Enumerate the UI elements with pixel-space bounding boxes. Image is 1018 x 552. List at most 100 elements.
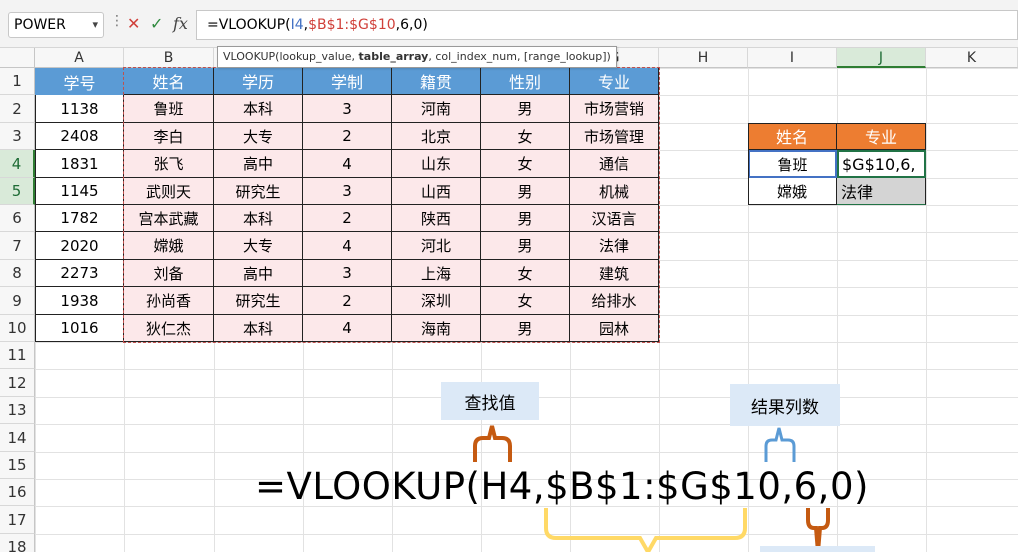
table-cell[interactable]: 研究生 [214,287,303,315]
lookup-result-cell[interactable]: 法律 [837,178,926,205]
table-cell[interactable]: 机械 [570,178,659,205]
table-cell[interactable]: 宫本武藏 [124,205,214,232]
lookup-name-cell[interactable]: 嫦娥 [748,178,837,205]
row-header-1[interactable]: 1 [0,68,35,95]
table-cell[interactable]: 高中 [214,150,303,178]
table-cell[interactable]: 男 [481,205,570,232]
table-cell[interactable]: 狄仁杰 [124,315,214,342]
table-cell[interactable]: 1016 [35,315,124,342]
column-header-b[interactable]: B [124,48,214,68]
row-header-10[interactable]: 10 [0,315,35,342]
table-cell[interactable]: 北京 [392,123,481,150]
table-cell[interactable]: 1938 [35,287,124,315]
column-header-i[interactable]: I [748,48,837,68]
table-cell[interactable]: 男 [481,178,570,205]
column-header-h[interactable]: H [659,48,748,68]
table-cell[interactable]: 1138 [35,95,124,123]
row-header-2[interactable]: 2 [0,95,35,123]
more-options-icon[interactable]: ⋮ [110,13,124,29]
row-header-16[interactable]: 16 [0,479,35,506]
row-header-8[interactable]: 8 [0,260,35,287]
table-header-cell[interactable]: 学号 [35,68,124,95]
table-cell[interactable]: 2 [303,123,392,150]
table-cell[interactable]: 大专 [214,123,303,150]
table-cell[interactable]: 2020 [35,232,124,260]
table-cell[interactable]: 陕西 [392,205,481,232]
table-cell[interactable]: 4 [303,150,392,178]
row-header-7[interactable]: 7 [0,232,35,260]
table-cell[interactable]: 男 [481,232,570,260]
table-cell[interactable]: 2 [303,205,392,232]
enter-icon[interactable]: ✓ [150,12,163,36]
table-cell[interactable]: 2 [303,287,392,315]
table-cell[interactable]: 李白 [124,123,214,150]
table-cell[interactable]: 武则天 [124,178,214,205]
insert-function-icon[interactable]: fx [173,12,188,36]
table-header-cell[interactable]: 籍贯 [392,68,481,95]
row-header-6[interactable]: 6 [0,205,35,232]
table-cell[interactable]: 张飞 [124,150,214,178]
row-header-3[interactable]: 3 [0,123,35,150]
table-cell[interactable]: 大专 [214,232,303,260]
table-cell[interactable]: 研究生 [214,178,303,205]
table-cell[interactable]: 上海 [392,260,481,287]
row-header-14[interactable]: 14 [0,424,35,452]
table-cell[interactable]: 4 [303,232,392,260]
table-cell[interactable]: 3 [303,260,392,287]
table-cell[interactable]: 女 [481,123,570,150]
table-cell[interactable]: 男 [481,95,570,123]
select-all-corner[interactable] [0,48,35,68]
table-cell[interactable]: 市场管理 [570,123,659,150]
row-header-15[interactable]: 15 [0,452,35,479]
column-header-j[interactable]: J [837,48,926,68]
table-cell[interactable]: 高中 [214,260,303,287]
lookup-header-cell[interactable]: 专业 [837,123,926,150]
column-header-a[interactable]: A [35,48,124,68]
name-box[interactable]: POWER ▾ [8,12,104,38]
table-cell[interactable]: 女 [481,287,570,315]
table-cell[interactable]: 本科 [214,205,303,232]
row-header-9[interactable]: 9 [0,287,35,315]
table-header-cell[interactable]: 学历 [214,68,303,95]
column-header-k[interactable]: K [926,48,1018,68]
table-cell[interactable]: 3 [303,95,392,123]
table-cell[interactable]: 园林 [570,315,659,342]
table-cell[interactable]: 孙尚香 [124,287,214,315]
row-header-5[interactable]: 5 [0,178,35,205]
table-cell[interactable]: 法律 [570,232,659,260]
table-cell[interactable]: 海南 [392,315,481,342]
table-cell[interactable]: 嫦娥 [124,232,214,260]
table-cell[interactable]: 刘备 [124,260,214,287]
formula-input[interactable]: =VLOOKUP(I4,$B$1:$G$10,6,0) [196,10,1018,40]
table-cell[interactable]: 市场营销 [570,95,659,123]
table-cell[interactable]: 4 [303,315,392,342]
table-header-cell[interactable]: 学制 [303,68,392,95]
table-cell[interactable]: 2408 [35,123,124,150]
row-header-17[interactable]: 17 [0,506,35,534]
chevron-down-icon[interactable]: ▾ [92,13,98,37]
cancel-icon[interactable]: ✕ [127,12,140,36]
table-cell[interactable]: 2273 [35,260,124,287]
table-cell[interactable]: 本科 [214,315,303,342]
table-cell[interactable]: 山东 [392,150,481,178]
lookup-name-cell[interactable]: 鲁班 [748,150,837,178]
table-cell[interactable]: 本科 [214,95,303,123]
table-cell[interactable]: 1831 [35,150,124,178]
table-cell[interactable]: 汉语言 [570,205,659,232]
table-cell[interactable]: 女 [481,150,570,178]
table-cell[interactable]: 鲁班 [124,95,214,123]
table-cell[interactable]: 女 [481,260,570,287]
table-cell[interactable]: 建筑 [570,260,659,287]
table-header-cell[interactable]: 姓名 [124,68,214,95]
row-header-11[interactable]: 11 [0,342,35,369]
table-header-cell[interactable]: 专业 [570,68,659,95]
table-header-cell[interactable]: 性别 [481,68,570,95]
table-cell[interactable]: 1145 [35,178,124,205]
row-header-4[interactable]: 4 [0,150,35,178]
row-header-18[interactable]: 18 [0,534,35,552]
table-cell[interactable]: 3 [303,178,392,205]
table-cell[interactable]: 1782 [35,205,124,232]
table-cell[interactable]: 河南 [392,95,481,123]
row-header-13[interactable]: 13 [0,397,35,424]
table-cell[interactable]: 深圳 [392,287,481,315]
